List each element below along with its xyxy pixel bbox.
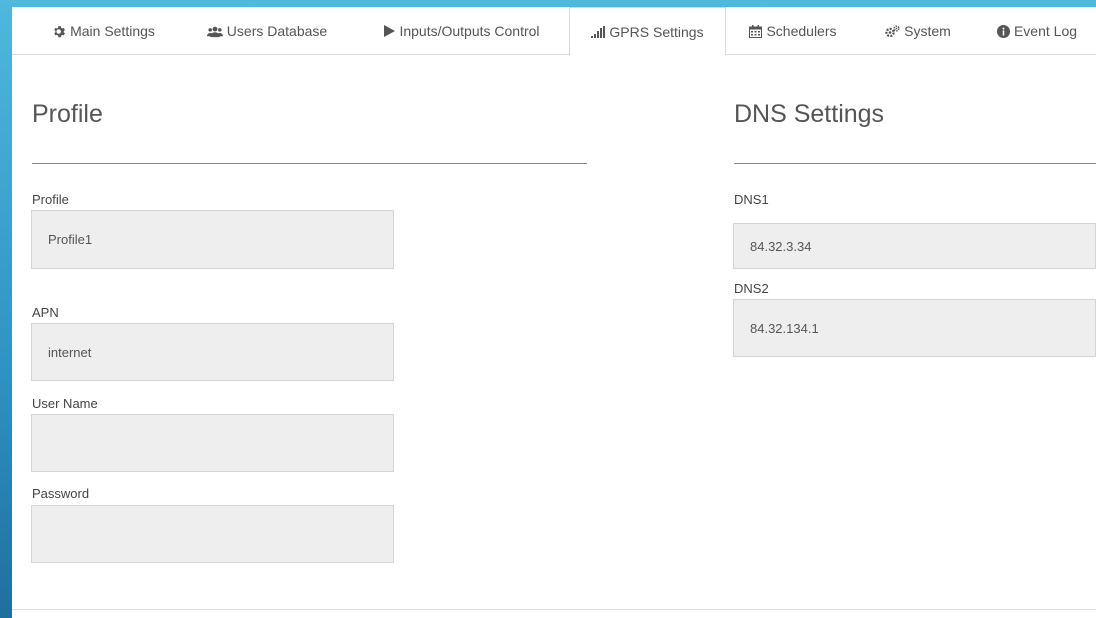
- tab-label: Users Database: [226, 23, 328, 39]
- dns-divider: [734, 163, 1096, 164]
- password-label: Password: [32, 486, 90, 501]
- tab-inputs-outputs-control[interactable]: Inputs/Outputs Control: [362, 7, 562, 55]
- tab-bar: Main Settings Users Database Inputs/Outp…: [12, 7, 1096, 56]
- apn-field[interactable]: internet: [31, 323, 394, 381]
- cogs-icon: [885, 24, 900, 38]
- tab-label: GPRS Settings: [609, 23, 704, 40]
- username-label: User Name: [32, 396, 98, 411]
- tab-label: Event Log: [1013, 23, 1078, 39]
- tab-event-log[interactable]: Event Log: [982, 7, 1092, 55]
- calendar-icon: [749, 24, 763, 38]
- users-icon: [206, 25, 223, 38]
- tab-gprs-settings[interactable]: GPRS Settings: [569, 7, 726, 56]
- profile-label: Profile: [32, 192, 69, 207]
- play-icon: [384, 25, 396, 37]
- tab-system[interactable]: System: [868, 7, 968, 55]
- tab-main-settings[interactable]: Main Settings: [34, 7, 174, 55]
- signal-icon: [591, 25, 606, 38]
- profile-section-title: Profile: [32, 100, 103, 128]
- dns2-label: DNS2: [734, 281, 769, 296]
- tab-schedulers[interactable]: Schedulers: [734, 7, 852, 55]
- tab-users-database[interactable]: Users Database: [192, 7, 342, 55]
- tab-label: Schedulers: [766, 23, 837, 39]
- footer-divider: [12, 609, 1096, 610]
- info-icon: [996, 24, 1010, 38]
- gear-icon: [53, 25, 66, 38]
- profile-divider: [32, 163, 587, 164]
- dns1-label: DNS1: [734, 192, 769, 207]
- password-field[interactable]: [31, 505, 394, 563]
- apn-label: APN: [32, 305, 59, 320]
- dns1-field[interactable]: 84.32.3.34: [733, 223, 1096, 269]
- settings-panel: Main Settings Users Database Inputs/Outp…: [12, 7, 1096, 618]
- dns2-field[interactable]: 84.32.134.1: [733, 299, 1096, 357]
- dns-section-title: DNS Settings: [734, 100, 885, 128]
- profile-field[interactable]: Profile1: [31, 210, 394, 269]
- tab-label: Main Settings: [70, 23, 155, 39]
- tab-label: System: [904, 23, 951, 39]
- username-field[interactable]: [31, 414, 394, 472]
- tab-label: Inputs/Outputs Control: [399, 23, 540, 39]
